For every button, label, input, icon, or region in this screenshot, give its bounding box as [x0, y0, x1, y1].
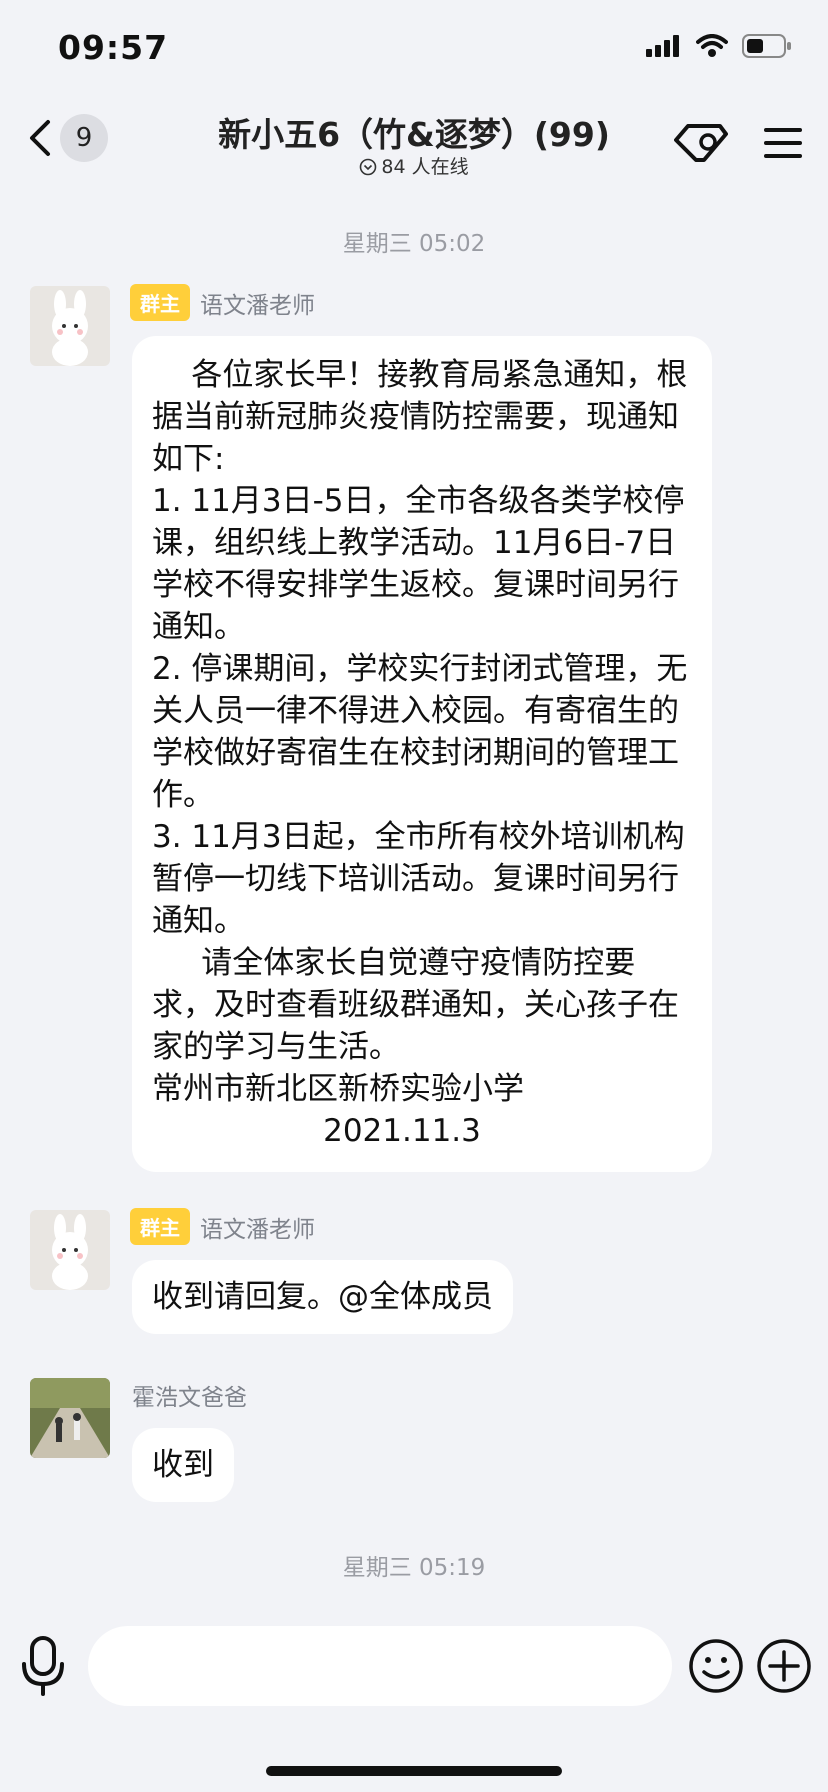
avatar[interactable] [30, 286, 110, 366]
bunny-avatar-image [30, 1210, 110, 1290]
bunny-avatar-image [30, 286, 110, 366]
clock: 09:57 [58, 28, 169, 67]
notice-paragraph: 3. 11月3日起，全市所有校外培训机构暂停一切线下培训活动。复课时间另行通知。 [152, 819, 685, 939]
sender-name: 霍浩文爸爸 [132, 1385, 247, 1411]
menu-icon[interactable] [764, 126, 802, 160]
status-bar: 09:57 [0, 0, 828, 100]
message-text: 收到 [152, 1447, 214, 1483]
photo-avatar-image [30, 1378, 110, 1458]
group-owner-badge: 群主 [130, 1208, 190, 1245]
system-icons [646, 34, 792, 58]
microphone-icon[interactable] [20, 1636, 66, 1696]
message-bubble[interactable]: 收到 [132, 1428, 234, 1502]
notice-date: 2021.11.3 [323, 1113, 481, 1149]
chevron-circle-icon [360, 158, 377, 176]
notice-paragraph: 各位家长早！接教育局紧急通知，根据当前新冠肺炎疫情防控需要，现通知如下: [152, 357, 688, 477]
avatar[interactable] [30, 1210, 110, 1290]
notice-paragraph: 请全体家长自觉遵守疫情防控要求，及时查看班级群通知，关心孩子在家的学习与生活。 [152, 945, 679, 1065]
battery-icon [742, 34, 791, 58]
notice-paragraph: 1. 11月3日-5日，全市各级各类学校停课，组织线上教学活动。11月6日-7日… [152, 483, 685, 645]
sender-info: 群主 语文潘老师 [130, 284, 315, 321]
home-indicator[interactable] [266, 1766, 562, 1776]
message-input[interactable] [88, 1626, 672, 1706]
message-timestamp: 星期三 05:02 [342, 231, 486, 257]
signal-icon [646, 35, 679, 57]
input-bar [0, 1610, 828, 1730]
message-bubble-notice[interactable]: 各位家长早！接教育局紧急通知，根据当前新冠肺炎疫情防控需要，现通知如下: 1. … [132, 336, 712, 1172]
avatar[interactable] [30, 1378, 110, 1458]
wifi-icon [696, 34, 728, 57]
chat-header: 9 新小五6（竹&逐梦）(99) 84 人在线 [0, 100, 828, 192]
notice-paragraph: 2. 停课期间，学校实行封闭式管理，无关人员一律不得进入校园。有寄宿生的学校做好… [152, 651, 688, 813]
sender-name: 语文潘老师 [200, 1216, 315, 1243]
notice-paragraph: 常州市新北区新桥实验小学 [152, 1071, 524, 1107]
emoji-icon[interactable] [688, 1638, 744, 1694]
sender-info: 群主 语文潘老师 [130, 1208, 315, 1245]
message-bubble[interactable]: 收到请回复。@全体成员 [132, 1260, 513, 1334]
message-timestamp: 星期三 05:19 [342, 1555, 486, 1581]
sender-name: 语文潘老师 [200, 292, 315, 319]
ticket-icon[interactable] [674, 120, 728, 166]
header-actions [674, 120, 802, 166]
group-owner-badge: 群主 [130, 284, 190, 321]
online-count: 84 人在线 [381, 156, 469, 178]
plus-icon[interactable] [756, 1638, 812, 1694]
message-text: 收到请回复。@全体成员 [152, 1279, 493, 1315]
sender-info: 霍浩文爸爸 [132, 1378, 247, 1412]
